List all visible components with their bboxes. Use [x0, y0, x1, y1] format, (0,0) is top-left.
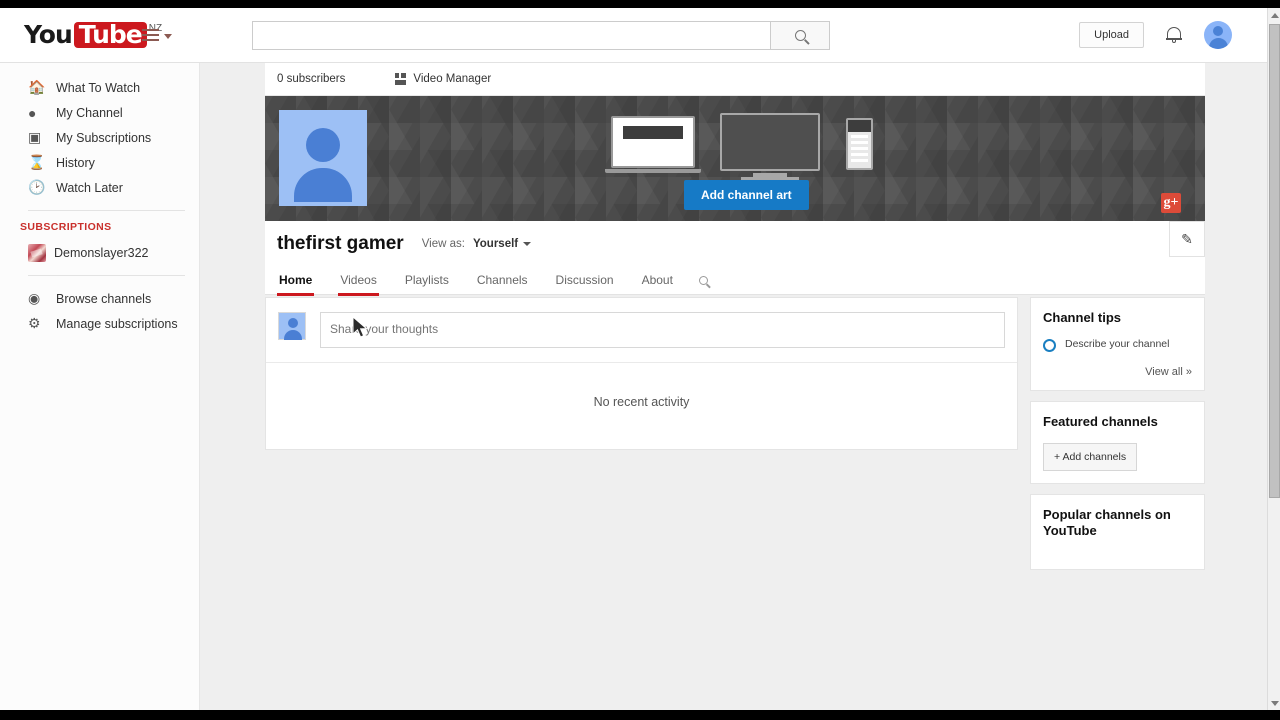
subscriber-count: 0 subscribers	[277, 73, 346, 85]
channel-search-button[interactable]	[698, 276, 708, 285]
account-circle-icon: ●	[28, 104, 37, 121]
tab-about[interactable]: About	[628, 267, 687, 295]
avatar[interactable]	[1204, 21, 1232, 49]
sidebar-item-label: Manage subscriptions	[56, 316, 178, 331]
view-all-link[interactable]: View all »	[1043, 366, 1192, 378]
clock-icon: 🕑	[28, 179, 46, 195]
search-icon	[698, 276, 708, 285]
video-manager-link[interactable]: Video Manager	[395, 73, 491, 85]
sidebar-item-manage-subscriptions[interactable]: ⚙ Manage subscriptions	[0, 311, 199, 336]
sidebar-item-label: What To Watch	[56, 80, 141, 95]
search-bar	[252, 20, 830, 50]
sidebar-item-my-subscriptions[interactable]: ▣ My Subscriptions	[0, 125, 199, 150]
share-composer	[266, 298, 1017, 362]
hourglass-icon: ⌛	[28, 154, 46, 170]
logo-you-text: You	[24, 20, 73, 49]
divider	[28, 275, 185, 276]
featured-channels-card: Featured channels + Add channels	[1030, 401, 1205, 484]
subscriptions-icon: ▣	[28, 129, 42, 145]
card-title: Featured channels	[1043, 414, 1158, 430]
browser-viewport: You Tube NZ Upload 🏠 What To	[0, 8, 1280, 710]
channel-info-bar: thefirst gamer View as: Yourself ✎	[265, 221, 1205, 267]
bell-icon[interactable]	[1166, 26, 1182, 44]
google-plus-icon[interactable]: g+	[1161, 193, 1181, 213]
add-channel-art-button[interactable]: Add channel art	[684, 180, 809, 210]
sidebar-item-watch-later[interactable]: 🕑 Watch Later	[0, 175, 199, 200]
sidebar-item-what-to-watch[interactable]: 🏠 What To Watch	[0, 75, 199, 100]
view-as-control[interactable]: View as: Yourself	[421, 238, 532, 250]
video-manager-label: Video Manager	[413, 73, 492, 85]
chevron-down-icon	[164, 33, 172, 39]
tab-playlists[interactable]: Playlists	[391, 267, 463, 295]
sidebar-item-demonslayer322[interactable]: Demonslayer322	[0, 240, 199, 265]
channel-banner: Add channel art g+	[265, 96, 1205, 221]
view-as-value[interactable]: Yourself	[473, 238, 518, 250]
hamburger-menu-icon[interactable]	[142, 29, 172, 41]
search-button[interactable]	[770, 20, 830, 50]
sidebar: 🏠 What To Watch ● My Channel ▣ My Subscr…	[0, 63, 200, 710]
compass-icon: ◉	[28, 290, 41, 306]
upload-button[interactable]: Upload	[1079, 22, 1144, 48]
activity-feed: No recent activity	[265, 297, 1018, 450]
tip-item-describe-channel[interactable]: Describe your channel	[1043, 338, 1192, 353]
grid-icon	[395, 73, 407, 85]
gear-icon: ⚙	[28, 315, 41, 331]
channel-tips-card: Channel tips Describe your channel View …	[1030, 297, 1205, 392]
tab-videos[interactable]: Videos	[326, 267, 390, 296]
sidebar-item-label: History	[56, 155, 95, 170]
sidebar-item-label: Browse channels	[56, 291, 152, 306]
masthead: You Tube NZ Upload	[0, 8, 1268, 63]
tv-illustration	[720, 113, 820, 180]
divider	[28, 210, 185, 211]
tab-channels[interactable]: Channels	[463, 267, 542, 295]
vertical-scrollbar[interactable]	[1267, 8, 1280, 710]
card-title: Popular channels on YouTube	[1043, 506, 1171, 538]
sidebar-item-label: My Channel	[56, 105, 123, 120]
search-icon	[794, 29, 806, 41]
channel-tabs: Home Videos Playlists Channels Discussio…	[265, 267, 1205, 296]
device-preview-illustration	[603, 110, 873, 188]
phone-illustration	[846, 118, 873, 170]
sidebar-section-header: SUBSCRIPTIONS	[20, 221, 112, 233]
scrollbar-thumb[interactable]	[1269, 24, 1280, 498]
chevron-down-icon[interactable]	[1268, 696, 1280, 710]
laptop-illustration	[605, 116, 701, 173]
masthead-actions: Upload	[1079, 21, 1232, 49]
sidebar-item-history[interactable]: ⌛ History	[0, 150, 199, 175]
tab-discussion[interactable]: Discussion	[542, 267, 628, 295]
share-input[interactable]	[320, 312, 1005, 348]
channel-thumbnail-icon	[28, 243, 46, 262]
main-content: 0 subscribers Video Manager Add channel …	[200, 63, 1268, 710]
sidebar-item-label: Demonslayer322	[54, 245, 149, 260]
add-channels-button[interactable]: + Add channels	[1043, 442, 1138, 471]
logo-tube-text: Tube	[73, 22, 147, 48]
channel-topbar: 0 subscribers Video Manager	[265, 63, 1205, 96]
channel-avatar[interactable]	[279, 110, 367, 206]
avatar	[278, 312, 306, 340]
sidebar-item-my-channel[interactable]: ● My Channel	[0, 100, 199, 125]
card-title: Channel tips	[1043, 310, 1122, 325]
youtube-logo[interactable]: You Tube NZ	[24, 20, 162, 49]
chevron-down-icon	[523, 242, 532, 246]
tip-label: Describe your channel	[1065, 338, 1170, 351]
search-input[interactable]	[252, 20, 770, 50]
popular-channels-card: Popular channels on YouTube	[1030, 493, 1205, 570]
view-as-label: View as:	[421, 238, 465, 250]
tab-home[interactable]: Home	[265, 267, 326, 296]
sidebar-item-label: My Subscriptions	[56, 130, 152, 145]
chevron-up-icon[interactable]	[1268, 8, 1280, 22]
empty-state-message: No recent activity	[266, 362, 1017, 449]
right-rail: Channel tips Describe your channel View …	[1030, 297, 1205, 580]
home-icon: 🏠	[28, 79, 46, 95]
pencil-icon[interactable]: ✎	[1169, 221, 1205, 257]
sidebar-item-browse-channels[interactable]: ◉ Browse channels	[0, 286, 199, 311]
circle-icon	[1043, 339, 1056, 353]
page-title: thefirst gamer	[277, 233, 404, 254]
sidebar-item-label: Watch Later	[56, 180, 123, 195]
